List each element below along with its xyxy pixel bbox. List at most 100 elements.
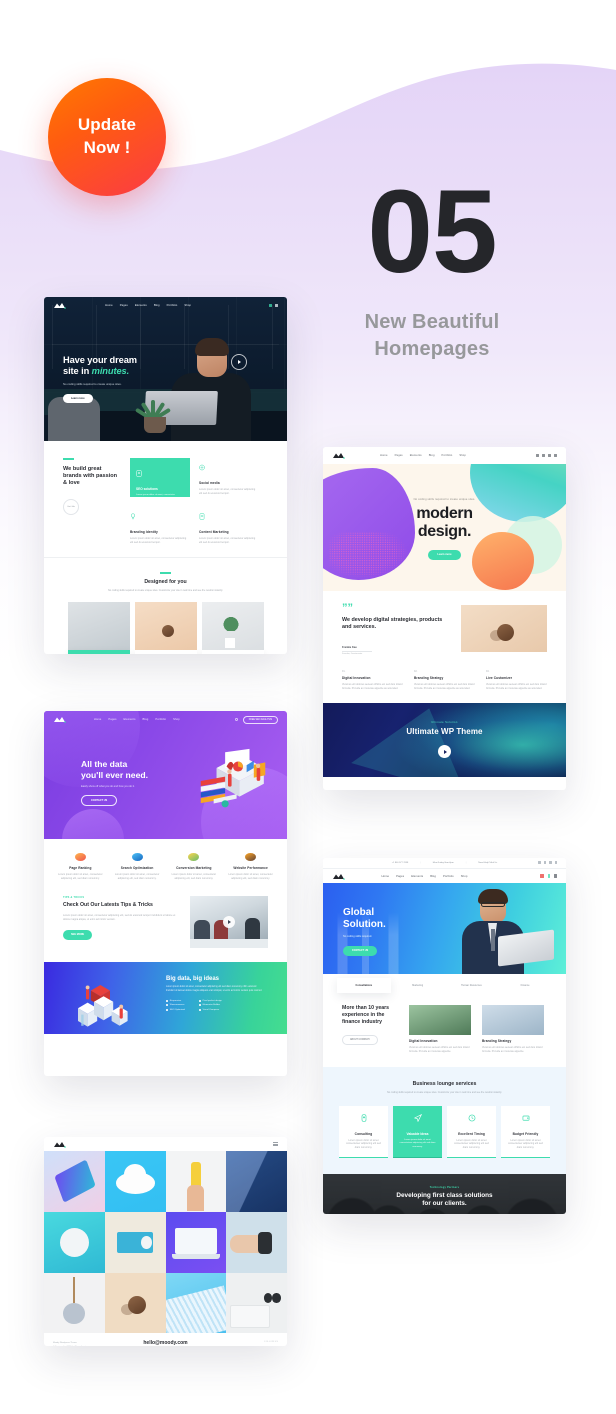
gallery-cell-laptop-ui[interactable] — [165, 1211, 227, 1273]
m3-navbar[interactable]: Home Pages Elements Blog Portfolio Shop … — [44, 711, 287, 728]
m2-nav-menu[interactable]: Home Pages Elements Blog Portfolio Shop — [380, 454, 466, 457]
m3-feature[interactable]: Page Ranking Lorem ipsum dolor sit amet,… — [54, 853, 107, 880]
nav-item[interactable]: Home — [381, 875, 389, 878]
gallery-cell-blue-keyboard[interactable] — [165, 1272, 227, 1334]
nav-item[interactable]: Blog — [430, 875, 436, 878]
mockup-gallery[interactable]: Moody Wordpress Theme © Designed in 2017… — [44, 1137, 287, 1346]
tab-finance[interactable]: Finance — [498, 978, 552, 993]
logo-icon[interactable] — [53, 302, 66, 309]
linkedin-icon[interactable] — [549, 861, 552, 864]
m4-service-card-highlight[interactable]: Valuable Ideas Lorem ipsum dolor sit ame… — [393, 1105, 442, 1158]
m3-tips-button[interactable]: SEE MORE — [63, 929, 93, 940]
tab-marketing[interactable]: Marketing — [391, 978, 445, 993]
linkedin-icon[interactable] — [548, 453, 551, 458]
nav-item[interactable]: Pages — [396, 875, 404, 878]
menu-burger-icon[interactable] — [273, 1142, 278, 1146]
nav-item[interactable]: Blog — [429, 454, 435, 457]
mockup-global-solution[interactable]: +1 800 577 7638 | Mon-Friday 8am-6pm | N… — [323, 858, 566, 1214]
facebook-icon[interactable] — [538, 861, 541, 864]
gallery-cell-wrist-watch[interactable] — [226, 1211, 287, 1273]
play-button-icon[interactable] — [231, 354, 247, 370]
logo-icon[interactable] — [332, 873, 345, 880]
nav-item[interactable]: Blog — [143, 718, 149, 721]
play-button-icon[interactable] — [438, 745, 451, 759]
gallery-cell-hanging-lamp[interactable] — [44, 1272, 105, 1334]
nav-item[interactable]: Shop — [173, 718, 180, 721]
play-button-icon[interactable] — [223, 916, 235, 929]
mockup-agency-dark[interactable]: Home Pages Elements Blog Portfolio Shop … — [44, 297, 287, 654]
nav-item[interactable]: Home — [94, 718, 102, 721]
gallery-cell-ball-in-water[interactable] — [44, 1211, 105, 1273]
m4-about-card[interactable]: Branding Strategy Vivamus elit dolores a… — [482, 1005, 547, 1053]
nav-item[interactable]: Home — [105, 304, 113, 307]
nav-item[interactable]: Portfolio — [443, 875, 454, 878]
nav-item[interactable]: Portfolio — [167, 304, 178, 307]
gallery-cell-cloud[interactable] — [104, 1151, 166, 1212]
m1-tile[interactable]: Live Customizer Boost your site performa… — [201, 602, 264, 654]
gallery-cell-phone-mockup[interactable] — [44, 1151, 105, 1212]
m4-service-card[interactable]: Excellent Timing Lorem ipsum dolor sit a… — [447, 1105, 496, 1158]
nav-item[interactable]: Portfolio — [155, 718, 166, 721]
gallery-cell-retro-radio[interactable] — [104, 1211, 166, 1273]
nav-item[interactable]: Pages — [108, 718, 116, 721]
search-icon[interactable] — [554, 874, 557, 878]
cart-icon[interactable] — [547, 874, 551, 878]
m1-tile[interactable]: WooCommerce Display options to adapt to … — [67, 602, 130, 654]
twitter-icon[interactable] — [542, 453, 545, 458]
nav-item[interactable]: Shop — [461, 875, 468, 878]
m2-hero-button[interactable]: Learn more — [428, 549, 461, 560]
m1-service-card[interactable]: Content Marketing Lorem ipsum dolor sit … — [199, 507, 259, 544]
nav-item[interactable]: Elements — [411, 875, 423, 878]
nav-item[interactable]: Portfolio — [442, 454, 453, 457]
nav-item[interactable]: Elements — [410, 454, 422, 457]
m2-navbar[interactable]: Home Pages Elements Blog Portfolio Shop — [323, 447, 566, 464]
m4-about-button[interactable]: ABOUT COMPANY — [342, 1034, 378, 1045]
m4-hero-button[interactable]: CONTACT US — [343, 945, 378, 956]
nav-item[interactable]: Elements — [124, 718, 136, 721]
m1-hero-button[interactable]: Learn more — [63, 393, 93, 403]
gallery-cell-hand-with-bottle[interactable] — [165, 1151, 227, 1212]
twitter-icon[interactable] — [543, 861, 547, 864]
m1-service-card[interactable]: Social media Lorem ipsum dolor sit amet,… — [199, 458, 259, 497]
m1-services-link[interactable]: Get Job — [63, 499, 79, 516]
m4-nav-menu[interactable]: Home Pages Elements Blog Portfolio Shop — [381, 875, 467, 878]
nav-item[interactable]: Shop — [459, 454, 466, 457]
m5-navbar[interactable] — [44, 1137, 287, 1151]
nav-item[interactable]: Shop — [184, 304, 191, 307]
topbar-phone[interactable]: +1 800 577 7638 — [392, 862, 408, 864]
m4-navbar[interactable]: Home Pages Elements Blog Portfolio Shop — [323, 869, 566, 883]
m1-tile[interactable]: Unique Elements No coding skills require… — [134, 602, 197, 654]
m1-service-card[interactable]: Branding Identity Lorem ipsum dolor sit … — [130, 507, 190, 544]
m3-hero-button[interactable]: CONTACT US — [81, 794, 118, 806]
nav-item[interactable]: Home — [380, 454, 388, 457]
m2-social-icons[interactable] — [536, 453, 557, 458]
m4-service-card[interactable]: Consulting Lorem ipsum dolor sit amet co… — [339, 1105, 388, 1158]
mockup-data-purple[interactable]: Home Pages Elements Blog Portfolio Shop … — [44, 711, 287, 1076]
nav-item[interactable]: Pages — [120, 304, 128, 307]
facebook-icon[interactable] — [536, 453, 539, 458]
tab-human-resources[interactable]: Human Resources — [445, 978, 499, 993]
footer-email[interactable]: hello@moody.com — [109, 1340, 222, 1346]
mockup-modern-design[interactable]: Home Pages Elements Blog Portfolio Shop … — [323, 447, 566, 790]
instagram-icon[interactable] — [554, 861, 557, 864]
gallery-cell-coffee-beans[interactable] — [104, 1272, 166, 1334]
topbar-help[interactable]: Need Help? Ask Us — [478, 862, 497, 864]
gallery-cell-desk-accessories[interactable] — [226, 1272, 287, 1334]
m3-nav-menu[interactable]: Home Pages Elements Blog Portfolio Shop — [94, 718, 180, 721]
gallery-cell-blue-paper-fold[interactable] — [226, 1151, 287, 1212]
update-now-badge[interactable]: Update Now ! — [48, 78, 166, 196]
cart-icon[interactable] — [269, 303, 272, 308]
logo-icon[interactable] — [53, 1141, 66, 1148]
nav-item[interactable]: Blog — [154, 304, 160, 307]
flag-icon[interactable] — [540, 874, 544, 878]
m4-tabs[interactable]: Consultations Marketing Human Resources … — [323, 974, 566, 993]
m3-feature[interactable]: Conversion Marketing Lorem ipsum dolor s… — [168, 853, 221, 880]
search-icon[interactable] — [235, 718, 238, 721]
logo-icon[interactable] — [332, 452, 345, 459]
m1-service-card-highlight[interactable]: SEO solutions Lorem ipsum dolor sit amet… — [130, 458, 190, 500]
m3-nav-button[interactable]: FREE SEO ANALYSIS — [242, 715, 278, 724]
nav-item[interactable]: Elements — [135, 304, 147, 307]
m1-nav-menu[interactable]: Home Pages Elements Blog Portfolio Shop — [105, 304, 191, 307]
m3-video-thumbnail[interactable] — [190, 896, 268, 949]
nav-item[interactable]: Pages — [395, 454, 403, 457]
